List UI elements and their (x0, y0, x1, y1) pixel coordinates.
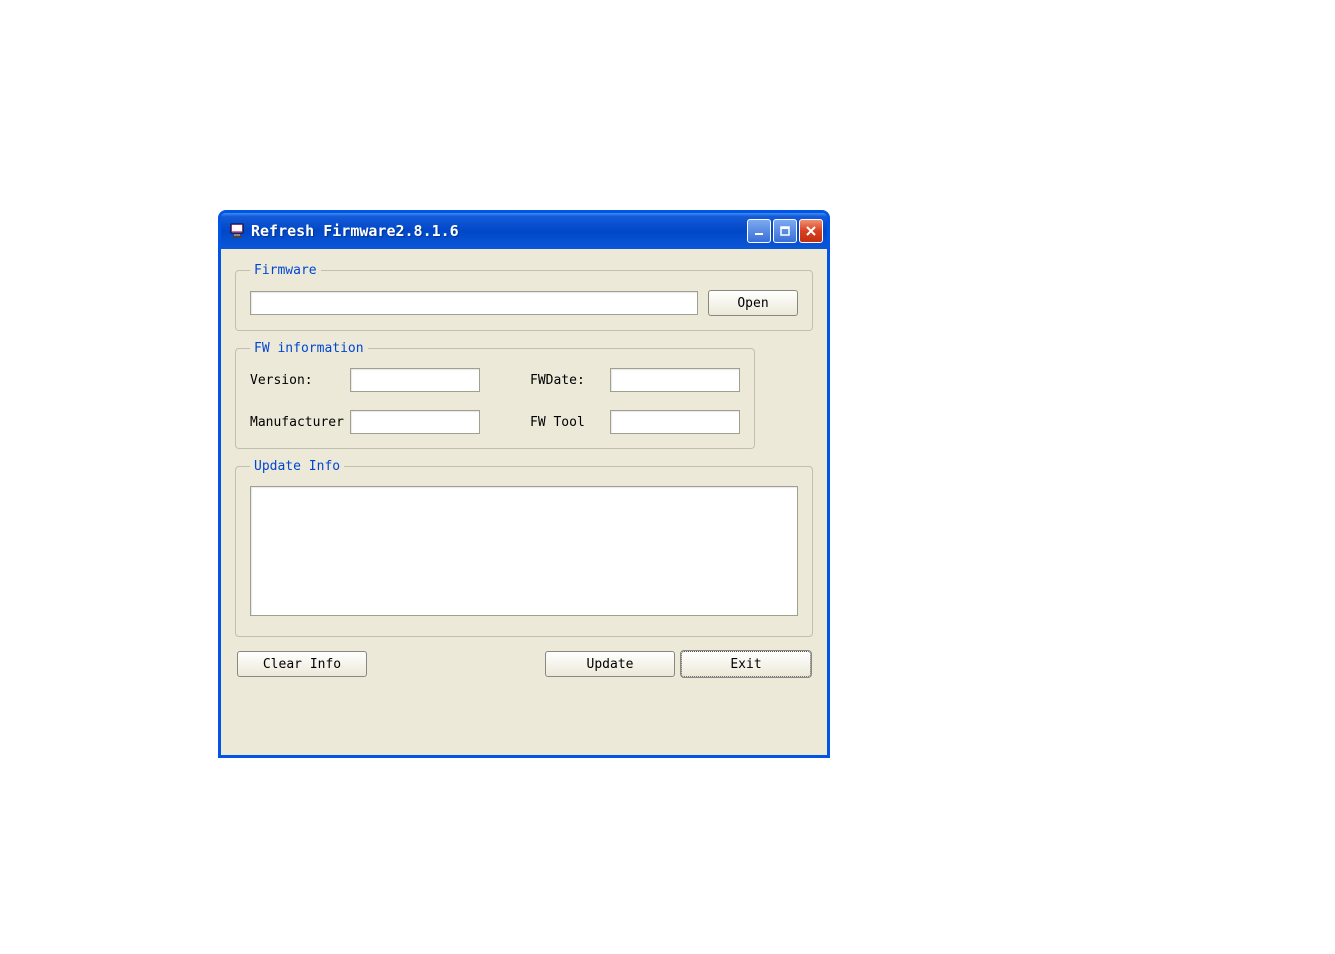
manufacturer-label: Manufacturer (250, 415, 350, 430)
fwtool-value (610, 410, 740, 434)
firmware-group: Firmware Open (235, 263, 813, 331)
update-info-text[interactable] (250, 486, 798, 616)
open-button[interactable]: Open (708, 290, 798, 316)
fwdate-label: FWDate: (530, 373, 610, 388)
firmware-legend: Firmware (250, 263, 321, 278)
minimize-button[interactable] (747, 219, 771, 243)
app-window: Refresh Firmware2.8.1.6 Firmwar (218, 210, 830, 758)
version-value (350, 368, 480, 392)
clear-info-button[interactable]: Clear Info (237, 651, 367, 677)
exit-button[interactable]: Exit (681, 651, 811, 677)
manufacturer-value (350, 410, 480, 434)
update-button[interactable]: Update (545, 651, 675, 677)
firmware-path-input[interactable] (250, 291, 698, 315)
close-button[interactable] (799, 219, 823, 243)
version-label: Version: (250, 373, 350, 388)
app-icon (229, 223, 245, 239)
fwdate-value (610, 368, 740, 392)
titlebar[interactable]: Refresh Firmware2.8.1.6 (221, 213, 827, 249)
maximize-button[interactable] (773, 219, 797, 243)
client-area: Firmware Open FW information Version: FW… (221, 249, 827, 755)
fwtool-label: FW Tool (530, 415, 610, 430)
update-info-group: Update Info (235, 459, 813, 637)
bottom-button-row: Clear Info Update Exit (235, 651, 813, 677)
fw-information-group: FW information Version: FWDate: Manufact… (235, 341, 755, 449)
window-controls (747, 219, 823, 243)
window-title: Refresh Firmware2.8.1.6 (251, 222, 747, 240)
update-info-legend: Update Info (250, 459, 344, 474)
fw-information-legend: FW information (250, 341, 368, 356)
